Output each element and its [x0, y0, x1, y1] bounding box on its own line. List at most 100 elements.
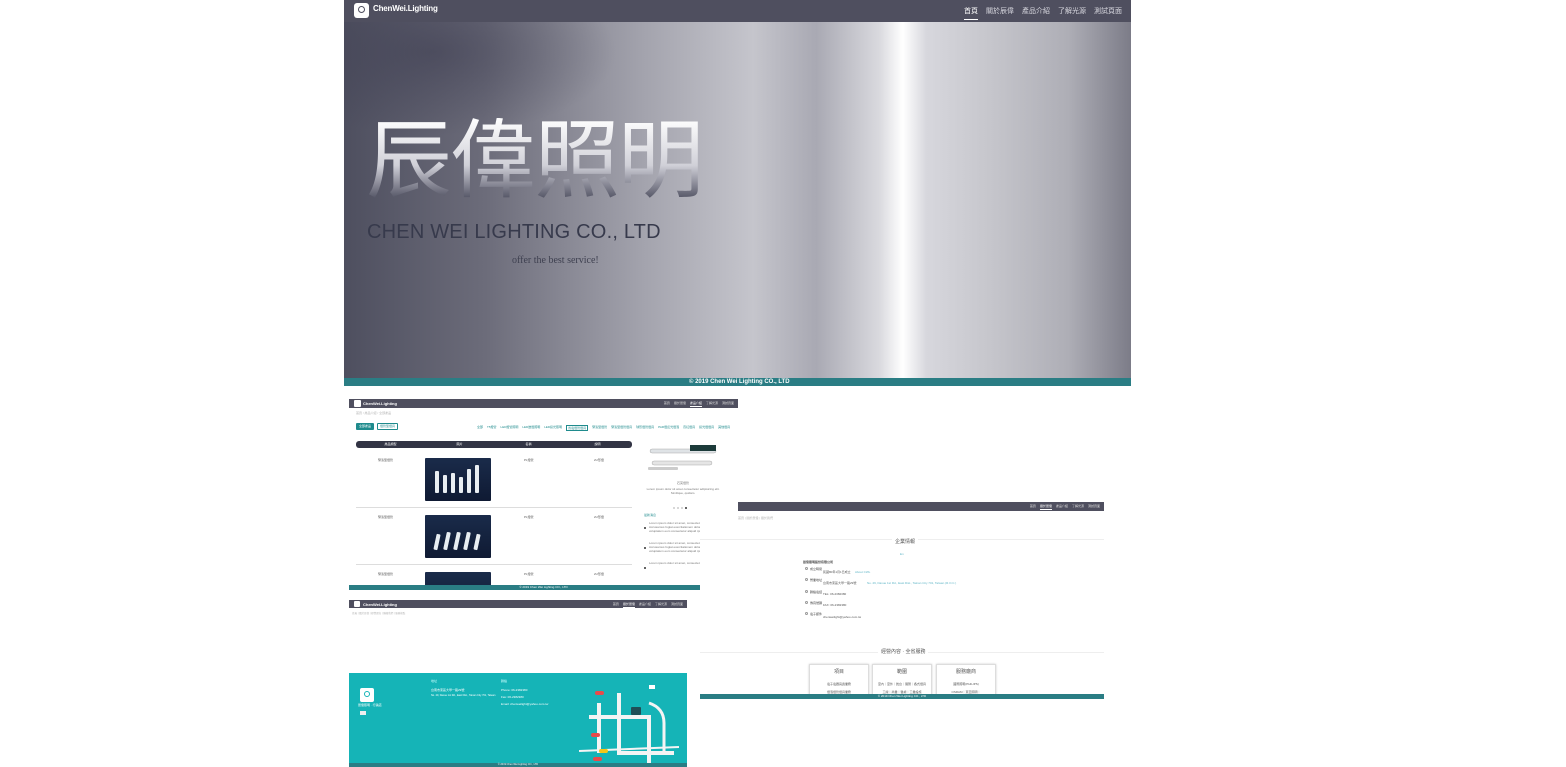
main-nav: 首頁 關於辰偉 產品介紹 了解光源 測試頁面 [964, 6, 1122, 20]
business-title: 經營內容 · 全省服務 [878, 648, 929, 655]
logo-icon [360, 688, 374, 702]
section-subtitle: En [900, 552, 904, 556]
company-name: 辰偉照明股份有限公司 [803, 560, 834, 564]
breadcrumb-item[interactable]: 聯絡我們 [383, 612, 393, 615]
email-text[interactable]: Email: chenweilight@yahoo.com.tw [501, 702, 548, 706]
service-card: 範圍 室內｜室外｜舞台｜展覽｜各式燈具 工廠｜商業｜醫療｜工業設施 [872, 664, 932, 697]
column-header: 產品類型 [384, 442, 397, 446]
nav-test-page[interactable]: 測試頁面 [1094, 6, 1122, 20]
circle-icon [805, 567, 808, 570]
product-desc: 2U形燈 [594, 458, 604, 462]
breadcrumb-item[interactable]: 首頁 [356, 411, 362, 415]
logo-icon[interactable] [354, 3, 369, 18]
menu-icon[interactable] [360, 711, 366, 715]
nav-light-sources[interactable]: 了解光源 [1058, 6, 1086, 20]
nav-light-sources[interactable]: 了解光源 [655, 602, 667, 608]
company-navbar: 首頁 關於辰偉 產品介紹 了解光源 測試頁面 [738, 502, 1104, 511]
nav-home[interactable]: 首頁 [964, 6, 978, 20]
logo-icon[interactable] [354, 601, 360, 607]
location-map[interactable] [579, 683, 679, 763]
nav-light-sources[interactable]: 了解光源 [706, 401, 718, 407]
category-item[interactable]: 緊湊型燈管燈具 [611, 425, 632, 431]
field-value[interactable]: chenweilight@yahoo.com.tw [823, 615, 861, 619]
product-type: 緊湊型燈管 [378, 515, 394, 519]
nav-home[interactable]: 首頁 [1030, 504, 1036, 510]
address-heading: 地址 [431, 679, 438, 683]
nav-products[interactable]: 產品介紹 [689, 401, 702, 407]
nav-test-page[interactable]: 測試頁面 [671, 602, 683, 608]
tube-fixture-button[interactable]: 燈管型燈具 [377, 423, 399, 430]
card-title: 範圍 [896, 669, 907, 675]
breadcrumb-item[interactable]: 首頁 [352, 612, 357, 615]
product-nav: 首頁 關於辰偉 產品介紹 了解光源 測試頁面 [664, 401, 734, 407]
card-line: 電子電器買賣業務 [826, 682, 851, 686]
product-image[interactable] [425, 458, 491, 501]
nav-about[interactable]: 關於辰偉 [1039, 504, 1052, 510]
nav-test-page[interactable]: 測試頁面 [722, 401, 734, 407]
field-link[interactable]: About CWL [855, 570, 870, 574]
hero-footer: © 2019 Chen Wei Lighting CO., LTD [344, 378, 1131, 386]
field-link[interactable]: No. 29, Daxue 1st Rd., East Dist., Taina… [867, 581, 956, 585]
field-label: 成立時間 [810, 567, 823, 571]
breadcrumb-item: 服務據點 [395, 612, 406, 615]
logo-icon[interactable] [354, 400, 361, 407]
category-item[interactable]: 其他燈具 [718, 425, 730, 431]
circle-icon [805, 601, 808, 604]
breadcrumb-item[interactable]: 產品介紹 [365, 411, 377, 415]
breadcrumb: 首頁 | 關於辰偉 | 關於我們 [738, 516, 773, 520]
top-navbar: ChenWei.Lighting 首頁 關於辰偉 產品介紹 了解光源 測試頁面 [344, 0, 1131, 22]
breadcrumb-item[interactable]: 關於辰偉 [359, 612, 369, 615]
brand-name[interactable]: ChenWei.Lighting [363, 400, 397, 407]
breadcrumb: 首頁 / 產品介紹 / 全部產品 [356, 411, 392, 415]
carousel-dots[interactable] [673, 507, 693, 509]
phone-text[interactable]: Phone: 06-2382380 [501, 688, 527, 692]
category-item-selected[interactable]: 省電燈管燈具 [566, 425, 589, 431]
category-item[interactable]: 投光燈燈具 [699, 425, 714, 431]
card-title: 項目 [833, 669, 844, 675]
quartz-lamp-image[interactable] [646, 443, 724, 473]
category-item[interactable]: LED嵌燈照明 [522, 425, 540, 431]
logo-caption: 辰偉照明 · 行銷店 [358, 703, 382, 707]
brand-name[interactable]: ChenWei.Lighting [373, 4, 438, 13]
breadcrumb-item: 關於我們 [760, 516, 773, 520]
breadcrumb-item[interactable]: 首頁 [738, 516, 744, 520]
nav-about[interactable]: 關於辰偉 [622, 602, 635, 608]
category-item[interactable]: T5燈管 [487, 425, 497, 431]
product-name: PL燈管 [524, 515, 534, 519]
news-title: 最新消息 [644, 513, 657, 517]
nav-home[interactable]: 首頁 [613, 602, 619, 608]
category-item[interactable]: LED投光照明 [544, 425, 562, 431]
category-item[interactable]: 全部 [477, 425, 483, 431]
brand-name[interactable]: ChenWei.Lighting [363, 601, 397, 608]
nav-about[interactable]: 關於辰偉 [986, 6, 1014, 20]
nav-home[interactable]: 首頁 [664, 401, 670, 407]
table-row[interactable]: 緊湊型燈管 PL燈管 2U形燈 [356, 508, 632, 565]
table-row[interactable]: 緊湊型燈管 PL燈管 2U形燈 [356, 451, 632, 508]
nav-light-sources[interactable]: 了解光源 [1072, 504, 1084, 510]
field-label: 電子郵件 [810, 612, 823, 616]
product-desc: 2U形燈 [594, 572, 604, 576]
breadcrumb-item[interactable]: 經營理念 [371, 612, 381, 615]
product-image[interactable] [425, 515, 491, 558]
address-en: No. 29, Daxue 1st Rd., East Dist., Taina… [431, 694, 496, 697]
circle-icon [805, 578, 808, 581]
product-type: 緊湊型燈管 [378, 572, 394, 576]
field-label: 營業地址 [810, 578, 823, 582]
nav-test-page[interactable]: 測試頁面 [1088, 504, 1100, 510]
category-item[interactable]: LED燈管照明 [501, 425, 519, 431]
category-item[interactable]: 霓虹燈具 [683, 425, 695, 431]
category-item[interactable]: 球形燈管燈具 [636, 425, 654, 431]
all-products-button[interactable]: 全部產品 [356, 423, 375, 430]
breadcrumb-item[interactable]: 關於辰偉 [746, 516, 758, 520]
service-card: 服務廠商 國際照明(PHILIPS) OSRAM｜東亞照明｜ [936, 664, 996, 697]
nav-about[interactable]: 關於辰偉 [674, 401, 686, 407]
circle-icon [805, 590, 808, 593]
product-desc: 2U形燈 [594, 515, 604, 519]
category-item[interactable]: PAR燈反光燈泡 [658, 425, 679, 431]
category-item[interactable]: 緊湊型燈管 [592, 425, 607, 431]
nav-products[interactable]: 產品介紹 [1056, 504, 1068, 510]
product-type: 緊湊型燈管 [378, 458, 394, 462]
nav-products[interactable]: 產品介紹 [1022, 6, 1050, 20]
nav-products[interactable]: 產品介紹 [639, 602, 651, 608]
contact-footer: © 2019 Chen Wei Lighting CO., LTD [349, 763, 687, 767]
